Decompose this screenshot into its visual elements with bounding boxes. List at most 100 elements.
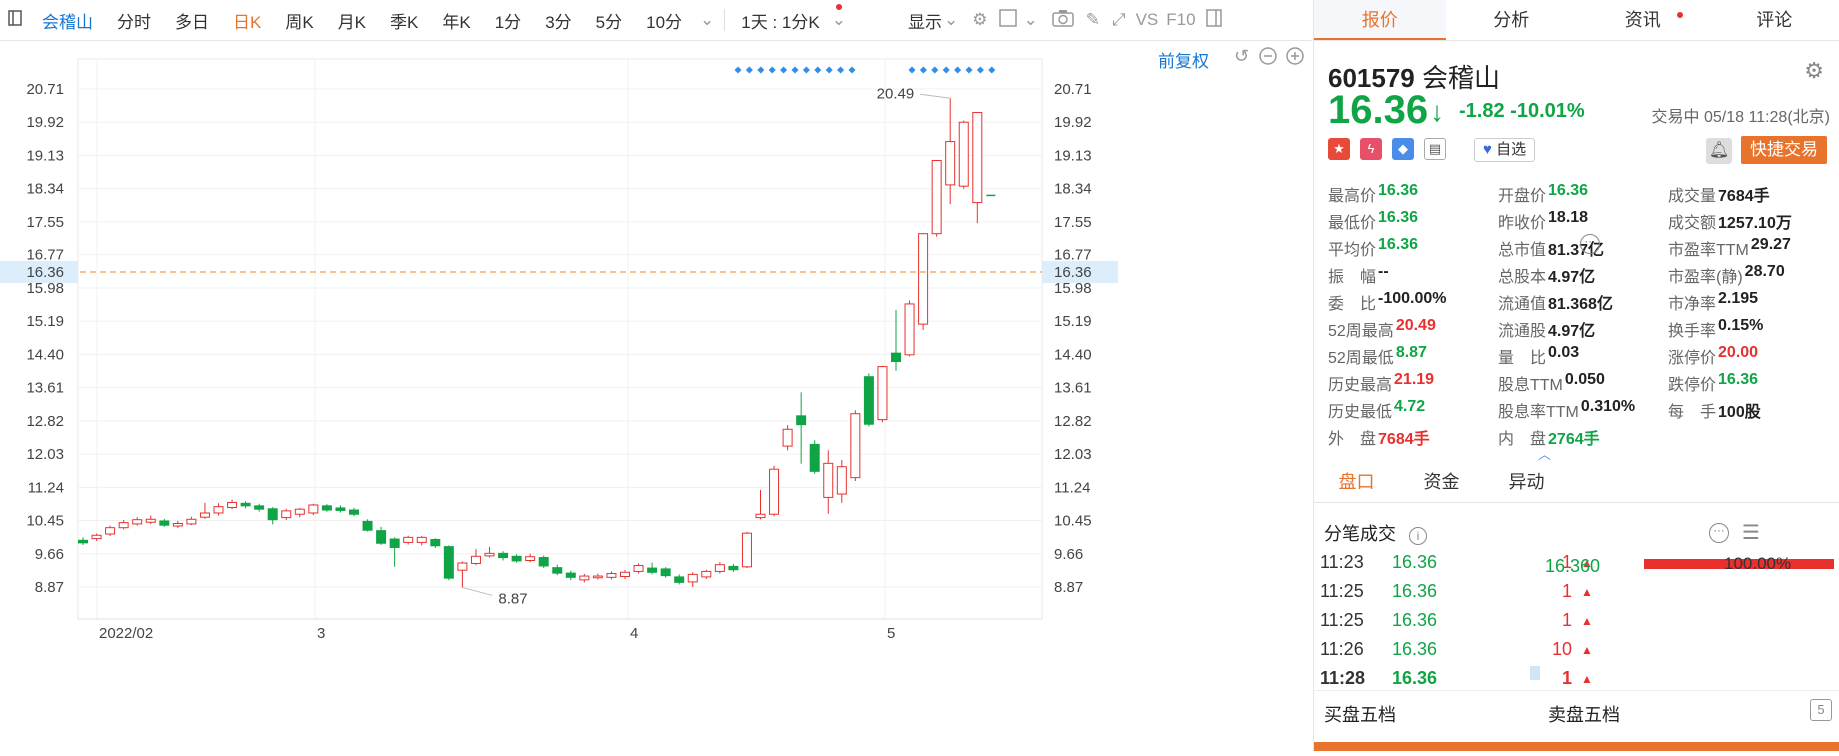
vs-compare-button[interactable]: VS — [1132, 10, 1163, 30]
event-marker[interactable] — [734, 66, 741, 73]
candle — [932, 160, 941, 237]
candle-body — [92, 535, 101, 538]
bell-icon[interactable]: 🔔︎ — [1706, 138, 1732, 164]
display-menu[interactable]: 显示 — [896, 8, 944, 33]
zoom-in-icon[interactable] — [1285, 46, 1305, 71]
collapse-chevron-icon[interactable]: ︿ — [1538, 444, 1551, 463]
period-tab[interactable]: 季K — [378, 8, 430, 33]
event-marker[interactable] — [954, 66, 961, 73]
period-tab[interactable]: 1分 — [483, 8, 533, 33]
lightning-icon[interactable]: ϟ — [1360, 138, 1382, 160]
event-marker[interactable] — [848, 66, 855, 73]
sub-tab[interactable]: 异动 — [1484, 462, 1569, 502]
fullscreen-icon[interactable]: ⤢ — [1106, 10, 1132, 30]
y-tick-left: 12.82 — [26, 413, 64, 430]
stock-name-link[interactable]: 会稽山 — [30, 8, 105, 33]
event-marker[interactable] — [791, 66, 798, 73]
event-marker[interactable] — [943, 66, 950, 73]
y-tick-left: 19.92 — [26, 114, 64, 131]
list-view-icon[interactable]: ☰ — [1742, 520, 1760, 545]
event-marker[interactable] — [920, 66, 927, 73]
event-marker[interactable] — [757, 66, 764, 73]
camera-icon[interactable] — [1046, 9, 1080, 32]
event-marker[interactable] — [803, 66, 810, 73]
pencil-icon[interactable]: ✎ — [1080, 10, 1106, 30]
candle — [79, 537, 88, 545]
candle-body — [661, 569, 670, 576]
chevron-down-icon[interactable]: ⌄ — [944, 10, 966, 30]
quick-trade-button[interactable]: 快捷交易 — [1741, 136, 1827, 164]
trade-time: 11:26 — [1320, 639, 1392, 660]
kline-svg[interactable]: 20.7120.7119.9219.9219.1319.1318.3418.34… — [0, 41, 1312, 751]
sidebar-toggle-icon[interactable] — [0, 10, 30, 31]
add-watchlist-button[interactable]: ♥ 自选 — [1474, 138, 1535, 162]
period-tab[interactable]: 周K — [273, 8, 325, 33]
trade-qty: 1 — [1502, 610, 1572, 631]
more-icon[interactable]: ··· — [1580, 234, 1600, 254]
period-tab[interactable]: 5分 — [584, 8, 634, 33]
candle — [797, 392, 806, 464]
chevron-down-icon[interactable]: ⌄ — [832, 10, 846, 30]
event-marker[interactable] — [931, 66, 938, 73]
bookmark-icon[interactable]: ▤ — [1424, 138, 1446, 160]
down-arrow-icon: ↓ — [1430, 96, 1444, 128]
event-marker[interactable] — [780, 66, 787, 73]
candle — [268, 507, 277, 524]
f10-button[interactable]: F10 — [1162, 10, 1199, 30]
overlay-checkbox-icon[interactable] — [993, 9, 1023, 32]
buy-five-levels[interactable]: 买盘五档 — [1324, 701, 1396, 727]
candle-body — [377, 531, 386, 544]
expand-icon[interactable]: 5 — [1810, 699, 1832, 721]
gear-icon[interactable]: ⚙ — [1804, 58, 1824, 84]
event-marker[interactable] — [977, 66, 984, 73]
quote-tab[interactable]: 评论 — [1709, 0, 1839, 40]
event-marker[interactable] — [988, 66, 995, 73]
more-options-icon[interactable]: ··· — [1709, 523, 1729, 543]
period-tab[interactable]: 多日 — [163, 8, 221, 33]
candle — [309, 504, 318, 515]
chart-grid: 20.7120.7119.9219.9219.1319.1318.3418.34… — [26, 59, 1091, 642]
quote-tab[interactable]: 资讯 — [1577, 0, 1709, 40]
change-percent: -10.01% — [1510, 100, 1585, 122]
period-tab[interactable]: 日K — [221, 8, 273, 33]
period-tab[interactable]: 10分 — [634, 8, 694, 33]
event-marker[interactable] — [908, 66, 915, 73]
event-marker[interactable] — [769, 66, 776, 73]
period-tab[interactable]: 年K — [430, 8, 482, 33]
candle — [282, 509, 291, 520]
y-tick-left: 15.19 — [26, 313, 64, 330]
sub-tab[interactable]: 资金 — [1399, 462, 1484, 502]
sell-five-levels[interactable]: 卖盘五档 — [1548, 701, 1620, 727]
tag-icon[interactable]: ◆ — [1392, 138, 1414, 160]
zoom-out-icon[interactable] — [1258, 46, 1278, 71]
adjust-mode-button[interactable]: 前复权 — [1158, 47, 1209, 72]
field-value: 7684手 — [1718, 182, 1770, 206]
field-label: 总市值 — [1498, 236, 1546, 260]
quote-tab[interactable]: 报价 — [1314, 0, 1446, 40]
event-marker[interactable] — [837, 66, 844, 73]
field-value: 0.310% — [1581, 398, 1635, 422]
candle-body — [295, 509, 304, 514]
settings-icon[interactable]: ⚙ — [966, 10, 993, 30]
interval-select[interactable]: 1天 : 1分K — [729, 8, 831, 33]
candle — [322, 504, 331, 512]
quote-tab[interactable]: 分析 — [1446, 0, 1578, 40]
sub-tabs: 盘口资金异动 — [1314, 462, 1839, 503]
kline-chart[interactable]: 20.7120.7119.9219.9219.1319.1318.3418.34… — [0, 41, 1312, 751]
event-marker[interactable] — [746, 66, 753, 73]
info-icon[interactable]: i — [1409, 527, 1427, 545]
chevron-down-icon[interactable]: ⌄ — [1023, 10, 1045, 30]
event-marker[interactable] — [965, 66, 972, 73]
sub-tab[interactable]: 盘口 — [1314, 462, 1399, 502]
reset-icon[interactable]: ↺ — [1234, 46, 1249, 67]
collapse-panel-icon[interactable] — [1200, 9, 1228, 32]
china-flag-icon[interactable]: ★ — [1328, 138, 1350, 160]
chevron-down-icon[interactable]: ⌄ — [694, 10, 720, 30]
candle — [444, 545, 453, 580]
period-tab[interactable]: 月K — [326, 8, 378, 33]
period-tab[interactable]: 3分 — [533, 8, 583, 33]
period-tab[interactable]: 分时 — [105, 8, 163, 33]
event-marker[interactable] — [826, 66, 833, 73]
event-marker[interactable] — [814, 66, 821, 73]
candle-body — [485, 553, 494, 556]
